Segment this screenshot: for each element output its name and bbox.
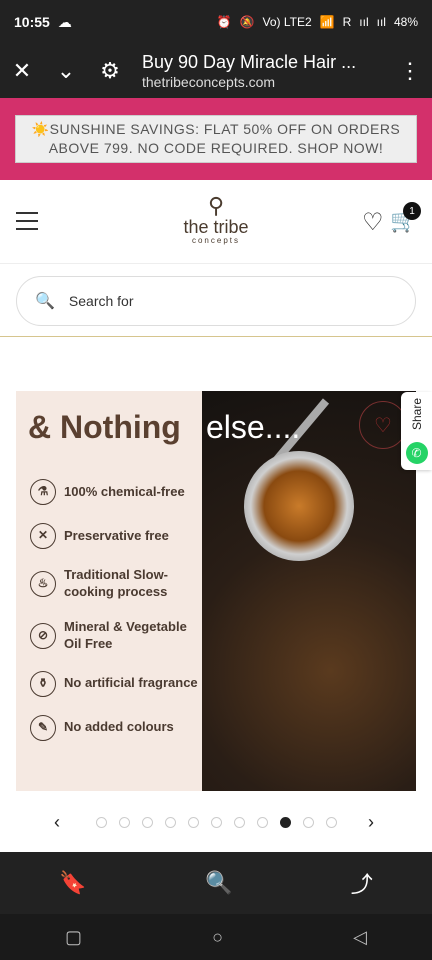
pager-dot[interactable] [164,816,176,828]
system-nav-bar: ▢ ○ ◁ [0,914,432,960]
feature-item: ⚱ No artificial fragrance [30,670,200,697]
site-header: ⚲ the tribe concepts ♡ 🛒 1 [0,180,432,264]
banner-heading: & Nothing else.... [28,409,300,446]
spoon-image [244,451,354,561]
pager-dot[interactable] [95,816,107,828]
page-title-block[interactable]: Buy 90 Day Miracle Hair ... thetribeconc… [132,51,388,91]
status-time: 10:55 [14,14,50,30]
preservative-free-icon: ✕ [30,523,56,549]
carousel-pager: ‹ › [0,808,432,836]
next-arrow-icon[interactable]: › [368,812,374,833]
chemical-free-icon: ⚗ [30,479,56,505]
wishlist-icon[interactable]: ♡ [362,208,384,237]
pager-dot[interactable] [325,816,337,828]
search-bar[interactable]: 🔍 [16,276,416,326]
pager-dots [90,816,343,828]
search-input[interactable] [68,293,369,309]
status-right: ⏰ 🔕 Vo) LTE2 📶 R ııl ııl 48% [217,15,418,29]
page-url: thetribeconcepts.com [142,73,276,90]
feature-item: ♨ Traditional Slow-cooking process [30,567,200,601]
promo-banner[interactable]: ☀️SUNSHINE SAVINGS: FLAT 50% OFF ON ORDE… [0,98,432,180]
favorite-icon[interactable]: ♡ [359,401,407,449]
banner-image-panel [202,391,416,791]
pager-dot[interactable] [141,816,153,828]
share-widget[interactable]: Share ✆ [401,392,432,470]
feature-item: ✕ Preservative free [30,523,200,549]
status-item: 📶 [319,15,335,29]
tune-icon[interactable]: ⚙ [88,58,132,84]
search-icon[interactable]: 🔍 [205,870,232,896]
home-icon[interactable]: ○ [212,927,223,948]
logo[interactable]: ⚲ the tribe concepts [176,193,256,246]
cloud-icon: ☁ [57,13,72,30]
logo-sub: concepts [191,236,241,245]
browser-toolbar: ✕ ⌄ ⚙ Buy 90 Day Miracle Hair ... thetri… [0,44,432,98]
status-item: 🔕 [239,15,255,29]
status-bar: 10:55 ☁ ⏰ 🔕 Vo) LTE2 📶 R ııl ııl 48% [0,0,432,44]
status-item: ııl [359,15,369,29]
pager-dot[interactable] [233,816,245,828]
battery-percent: 48% [393,15,418,29]
pager-dot[interactable] [210,816,222,828]
pager-dot[interactable] [187,816,199,828]
logo-mark: ⚲ [207,193,225,218]
divider [0,336,432,337]
share-icon[interactable]: ⤴ [351,867,373,899]
status-item: R [342,15,352,29]
share-label: Share [409,398,424,431]
status-item: ııl [376,15,386,29]
status-item: ⏰ [216,15,232,29]
search-icon: 🔍 [35,293,55,310]
logo-name: the tribe [183,217,249,237]
feature-item: ✎ No added colours [30,714,200,741]
page-title: Buy 90 Day Miracle Hair ... [142,52,357,72]
pager-dot[interactable] [256,816,268,828]
chevron-down-icon[interactable]: ⌄ [44,58,88,84]
hero-banner[interactable]: & Nothing else.... ⚗ 100% chemical-free ✕… [16,391,416,791]
bookmark-icon[interactable]: 🔖 [59,870,86,896]
no-colour-icon: ✎ [30,714,56,741]
pager-dot[interactable] [302,816,314,828]
cart-count-badge: 1 [403,202,421,220]
banner-heading-white: else.... [206,409,301,445]
prev-arrow-icon[interactable]: ‹ [54,812,60,833]
pager-dot[interactable] [118,816,130,828]
back-icon[interactable]: ◁ [353,927,367,948]
browser-bottom-bar: 🔖 🔍 ⤴ [0,852,432,914]
close-icon[interactable]: ✕ [0,58,44,84]
oil-free-icon: ⊘ [30,622,56,649]
feature-item: ⊘ Mineral & Vegetable Oil Free [30,619,200,653]
fragrance-bottle-icon: ⚱ [30,670,56,697]
banner-heading-brown: & Nothing [28,409,181,445]
more-vertical-icon[interactable]: ⋮ [388,58,432,84]
recent-apps-icon[interactable]: ▢ [65,927,82,948]
whatsapp-icon[interactable]: ✆ [405,442,428,464]
promo-text: ☀️SUNSHINE SAVINGS: FLAT 50% OFF ON ORDE… [15,115,417,163]
cooking-pot-icon: ♨ [30,570,56,597]
feature-list: ⚗ 100% chemical-free ✕ Preservative free ♨… [30,479,200,759]
status-item: Vo) LTE2 [262,15,312,29]
pager-dot[interactable] [279,816,291,828]
feature-item: ⚗ 100% chemical-free [30,479,200,505]
menu-icon[interactable] [16,212,38,236]
